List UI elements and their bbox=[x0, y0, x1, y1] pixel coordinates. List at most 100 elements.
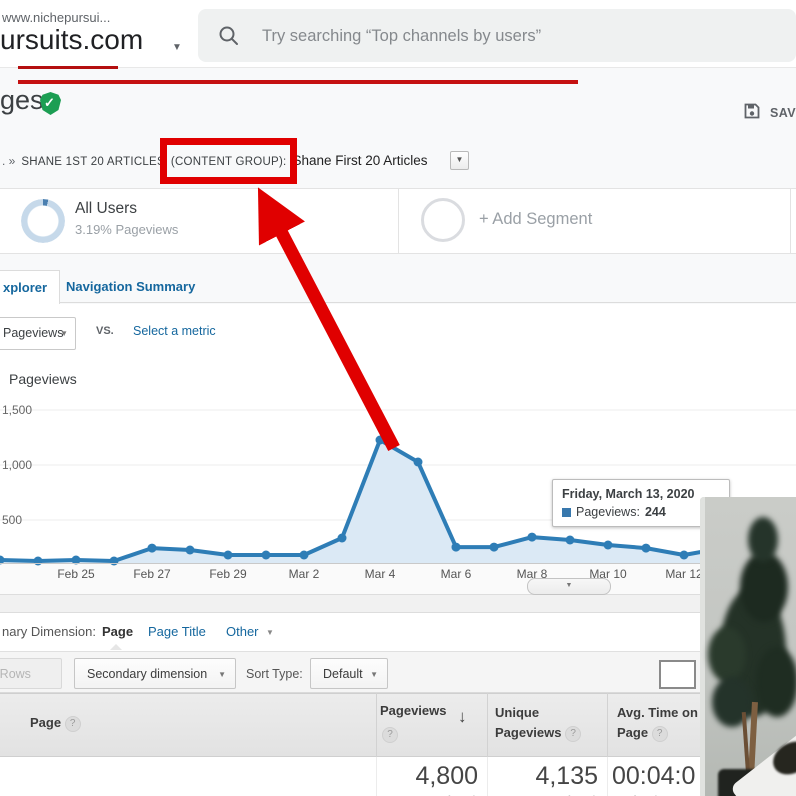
wall-strip bbox=[700, 497, 705, 796]
tooltip-series: Pageviews: bbox=[576, 505, 640, 519]
dimension-selected-notch bbox=[110, 644, 122, 650]
account-url: www.nichepursui... bbox=[2, 10, 111, 25]
tab-explorer-label: xplorer bbox=[3, 280, 48, 295]
svg-text:Feb 29: Feb 29 bbox=[209, 567, 247, 581]
webcam-overlay bbox=[700, 497, 796, 796]
tooltip-value: 244 bbox=[644, 505, 666, 519]
section-divider bbox=[0, 594, 796, 613]
plot-rows-label: lot Rows bbox=[0, 667, 31, 681]
column-divider bbox=[607, 757, 608, 796]
tab-navigation-summary[interactable]: Navigation Summary bbox=[66, 279, 195, 294]
red-underline-long bbox=[18, 80, 578, 84]
segment-metric: 3.19% Pageviews bbox=[75, 222, 179, 237]
plant-image bbox=[748, 517, 778, 562]
page-title: ges bbox=[0, 85, 44, 115]
chevron-down-icon: ▼ bbox=[218, 670, 226, 679]
svg-text:Feb 27: Feb 27 bbox=[133, 567, 171, 581]
column-page-label: Page bbox=[30, 715, 62, 730]
dimension-page[interactable]: Page bbox=[102, 624, 133, 639]
series-swatch-icon bbox=[562, 507, 571, 517]
column-divider bbox=[487, 757, 488, 796]
help-icon[interactable]: ? bbox=[382, 725, 398, 743]
tabs-divider bbox=[0, 302, 796, 303]
select-metric-link[interactable]: Select a metric bbox=[133, 324, 216, 338]
column-divider bbox=[487, 693, 488, 757]
segment-donut-icon bbox=[21, 199, 65, 243]
property-selector[interactable]: ursuits.com bbox=[0, 24, 143, 56]
dimension-other[interactable]: Other bbox=[226, 624, 259, 639]
svg-text:Feb 25: Feb 25 bbox=[57, 567, 95, 581]
red-underline-short bbox=[18, 66, 118, 69]
search-input[interactable] bbox=[260, 23, 744, 49]
top-bar: www.nichepursui... ursuits.com ▼ bbox=[0, 0, 796, 67]
chevron-down-icon: ▼ bbox=[370, 670, 378, 679]
primary-dimension-label: nary Dimension: bbox=[2, 624, 96, 639]
vs-label: VS. bbox=[96, 325, 114, 337]
analytics-screen: www.nichepursui... ursuits.com ▼ ges ✓ S… bbox=[0, 0, 796, 796]
sort-type-label: Sort Type: bbox=[246, 667, 303, 681]
svg-text:Mar 4: Mar 4 bbox=[365, 567, 396, 581]
breadcrumb-group-name: SHANE 1ST 20 ARTICLES bbox=[21, 156, 165, 168]
tooltip-date: Friday, March 13, 2020 bbox=[562, 487, 695, 501]
column-header-pageviews[interactable]: Pageviews bbox=[380, 703, 447, 718]
table-header: Page ? Pageviews ? ↓ Unique Pageviews ? … bbox=[0, 693, 796, 757]
dimension-page-title[interactable]: Page Title bbox=[148, 624, 206, 639]
help-icon[interactable]: ? bbox=[64, 716, 81, 732]
plant-image bbox=[756, 647, 796, 717]
metric-dropdown-label: Pageviews bbox=[3, 326, 64, 340]
save-icon bbox=[744, 103, 760, 119]
search-icon bbox=[218, 25, 240, 52]
chevron-down-icon: ▼ bbox=[60, 329, 68, 338]
svg-text:1,000: 1,000 bbox=[2, 458, 32, 472]
total-pageviews-value: 4,800 bbox=[415, 762, 478, 790]
table-toolbar: lot Rows Secondary dimension ▼ Sort Type… bbox=[0, 651, 796, 693]
tab-explorer[interactable]: xplorer bbox=[0, 270, 60, 304]
metric-dropdown[interactable]: Pageviews ▼ bbox=[0, 317, 76, 350]
search-bar[interactable] bbox=[198, 9, 796, 62]
svg-text:Mar 2: Mar 2 bbox=[289, 567, 320, 581]
segment-title: All Users bbox=[75, 200, 138, 217]
add-segment-card[interactable]: + Add Segment bbox=[398, 188, 792, 254]
svg-text:1,500: 1,500 bbox=[2, 403, 32, 417]
sort-type-dropdown[interactable]: Default ▼ bbox=[310, 658, 388, 689]
plant-image bbox=[740, 552, 788, 622]
table-totals-row: 4,800 % of Total: 4,135 % of Total: 00:0… bbox=[0, 757, 796, 796]
secondary-dimension-label: Secondary dimension bbox=[87, 667, 208, 681]
chart-legend-label: Pageviews bbox=[9, 371, 77, 387]
column-header-page[interactable]: Page ? bbox=[30, 715, 81, 732]
chevron-down-icon[interactable]: ▼ bbox=[266, 628, 274, 637]
sort-type-value: Default bbox=[323, 667, 363, 681]
breadcrumb-chevron: . » bbox=[2, 154, 16, 168]
sort-desc-icon[interactable]: ↓ bbox=[458, 707, 467, 727]
plant-image bbox=[708, 627, 746, 682]
segment-card-edge bbox=[790, 188, 796, 254]
column-divider bbox=[607, 693, 608, 757]
total-unique-pageviews: 4,135 % of Total: bbox=[486, 762, 598, 796]
annotation-red-rectangle bbox=[160, 138, 297, 184]
breadcrumb-dropdown[interactable]: ▼ bbox=[450, 151, 469, 170]
help-icon[interactable]: ? bbox=[651, 726, 668, 742]
add-segment-circle-icon bbox=[421, 198, 465, 242]
secondary-dimension-button[interactable]: Secondary dimension ▼ bbox=[74, 658, 236, 689]
breadcrumb-value[interactable]: Shane First 20 Articles bbox=[292, 153, 427, 168]
column-header-unique-pageviews[interactable]: Unique Pageviews ? bbox=[495, 703, 599, 743]
chart-collapse-button[interactable]: ▼ bbox=[527, 578, 611, 595]
segment-all-users[interactable]: All Users 3.19% Pageviews bbox=[0, 188, 400, 254]
total-unique-value: 4,135 bbox=[535, 762, 598, 790]
column-divider bbox=[376, 757, 377, 796]
table-search-input[interactable] bbox=[659, 660, 696, 689]
column-unique-label: Unique Pageviews bbox=[495, 705, 562, 740]
total-pageviews: 4,800 % of Total: bbox=[366, 762, 478, 796]
svg-text:500: 500 bbox=[2, 513, 22, 527]
save-button[interactable]: SAV bbox=[744, 103, 796, 125]
svg-text:Mar 12: Mar 12 bbox=[665, 567, 703, 581]
report-subheader bbox=[0, 67, 796, 304]
column-divider bbox=[376, 693, 377, 757]
y-axis-labels: 500 1,000 1,500 bbox=[2, 403, 32, 527]
svg-text:Mar 6: Mar 6 bbox=[441, 567, 472, 581]
plot-rows-button[interactable]: lot Rows bbox=[0, 658, 62, 689]
chevron-down-icon[interactable]: ▼ bbox=[172, 42, 182, 53]
save-label: SAV bbox=[770, 106, 796, 120]
help-icon[interactable]: ? bbox=[565, 726, 582, 742]
add-segment-label: + Add Segment bbox=[479, 210, 593, 228]
